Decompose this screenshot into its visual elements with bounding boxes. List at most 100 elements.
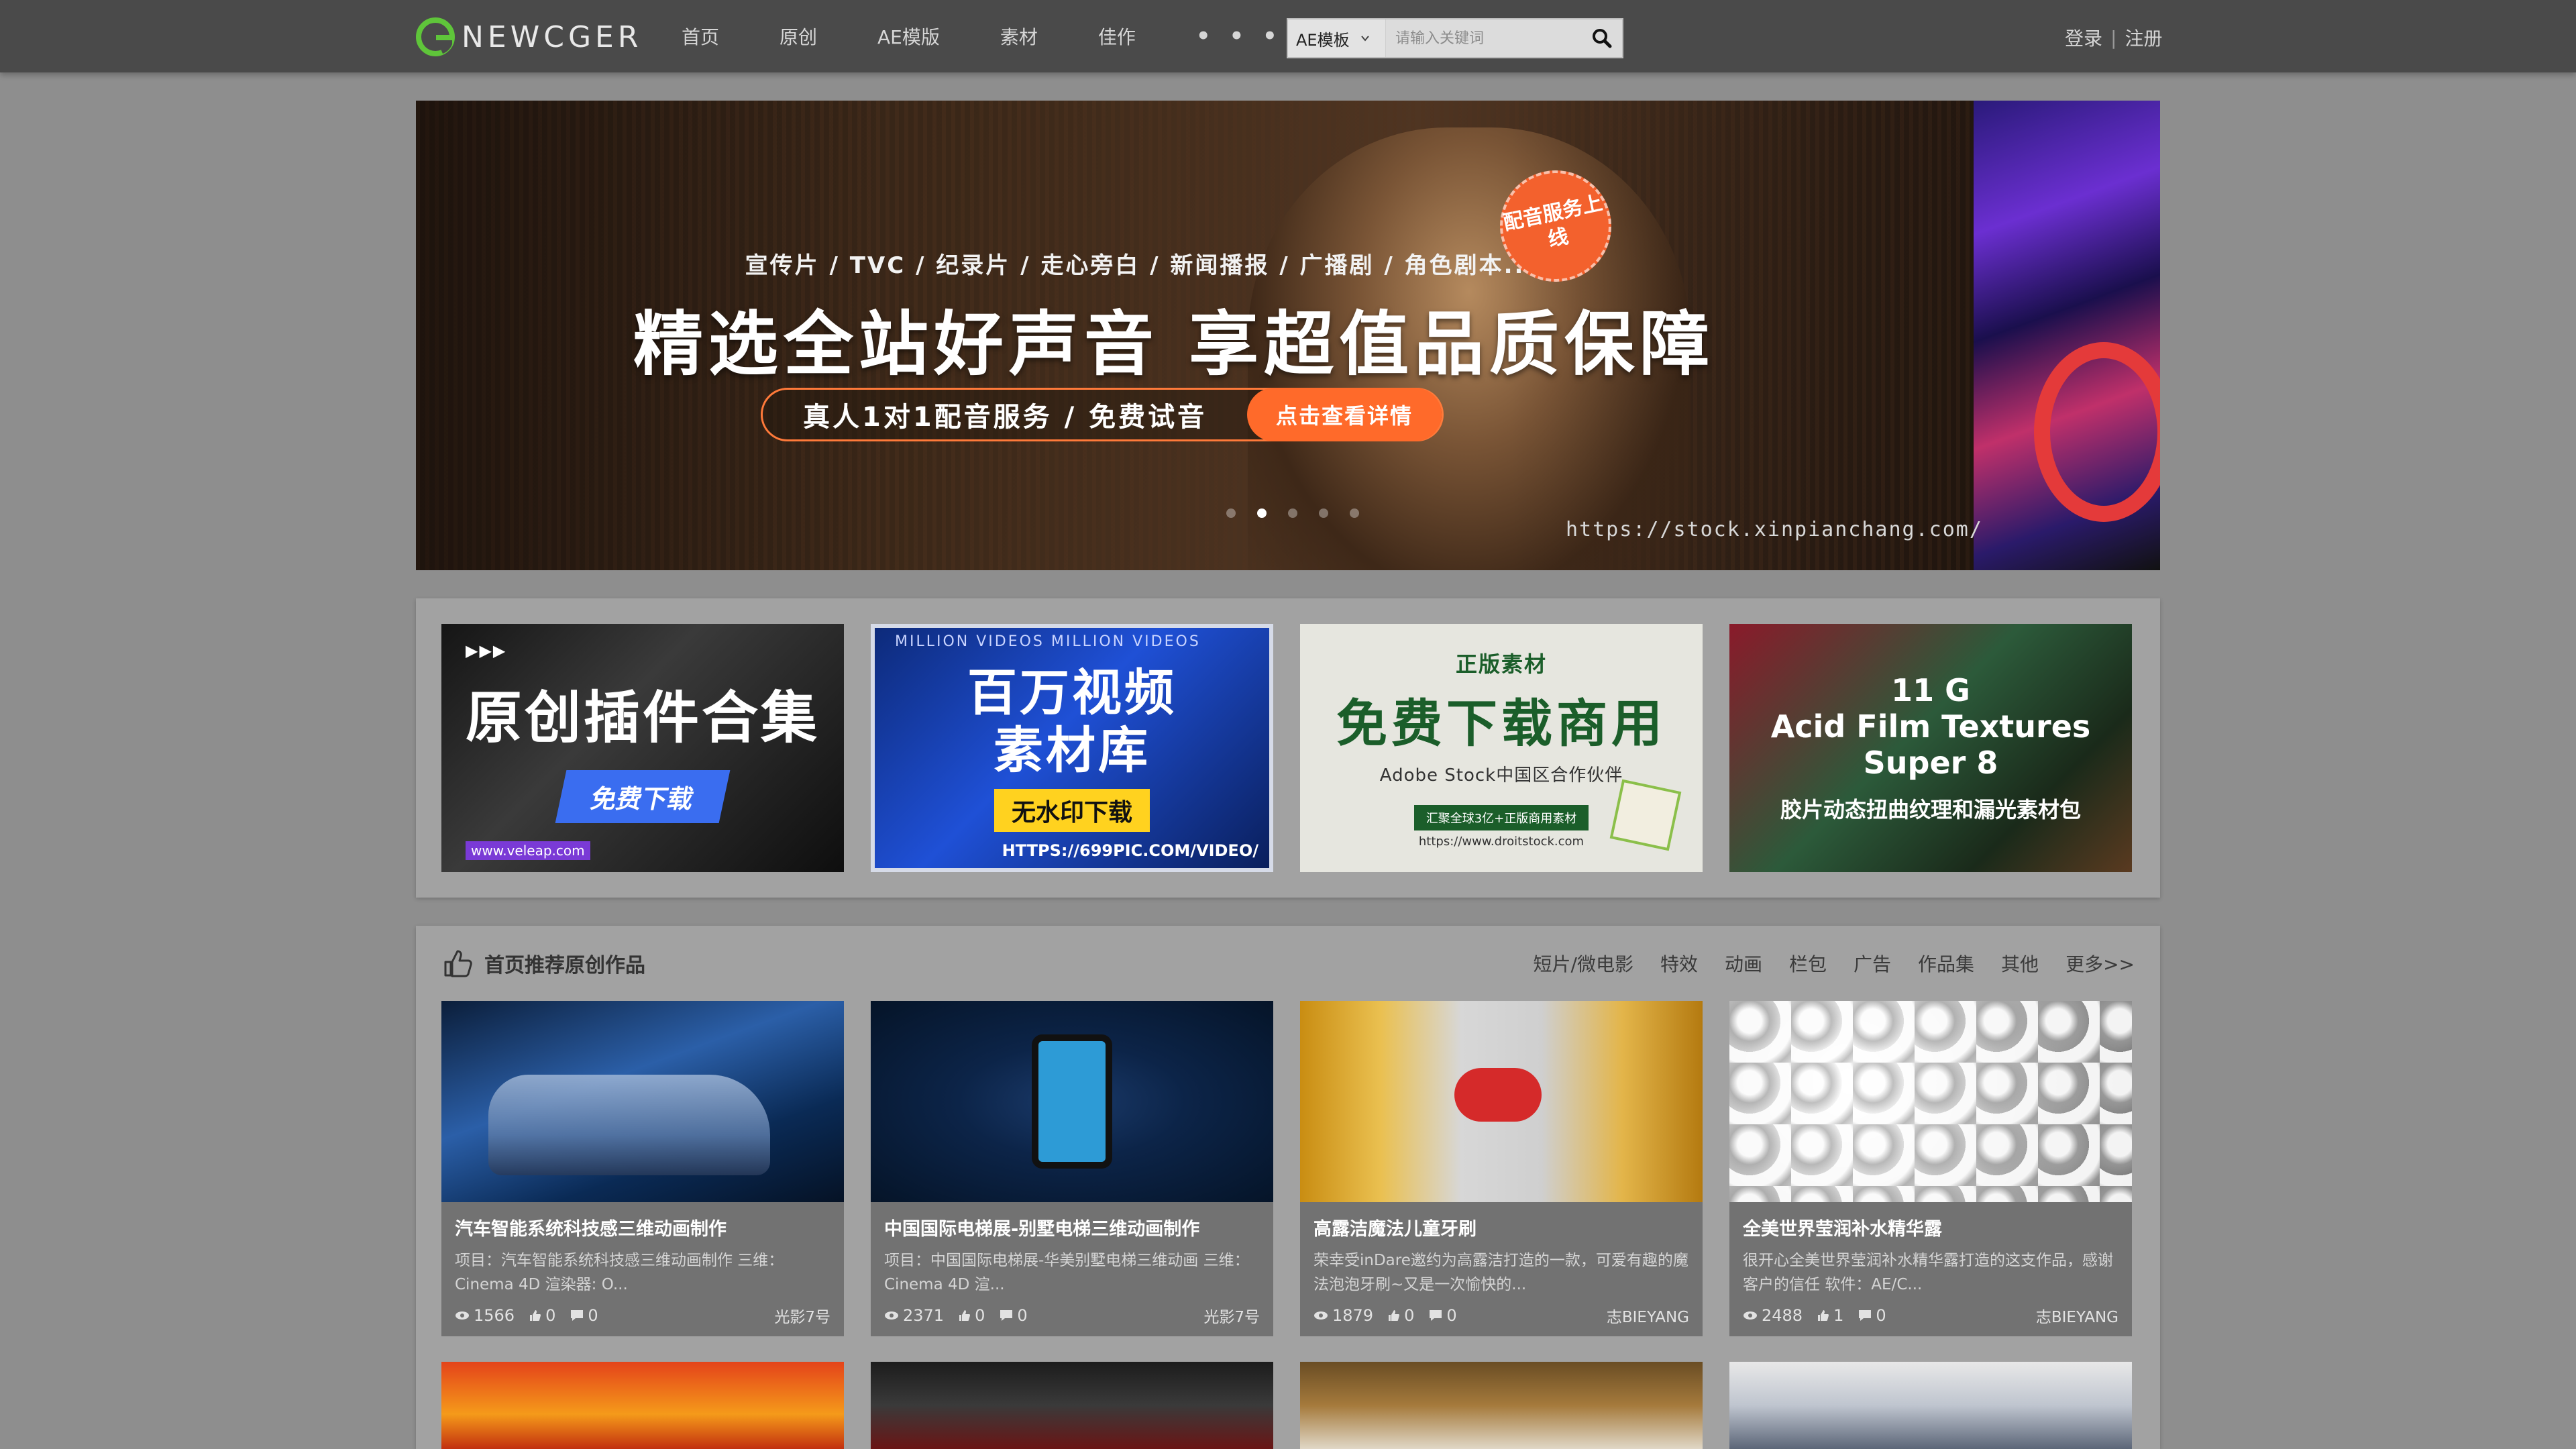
thumbs-up-icon (530, 1310, 541, 1321)
ad-headline-line3: Super 8 (1863, 745, 1998, 781)
ad-url: www.veleap.com (466, 841, 590, 860)
ad-headline-line1: 百万视频 (967, 664, 1177, 722)
like-count: 0 (529, 1306, 555, 1325)
ad-video-library[interactable]: MILLION VIDEOS MILLION VIDEOS 百万视频 素材库 无… (871, 624, 1273, 872)
carousel-dot-active[interactable] (1257, 508, 1267, 518)
work-author[interactable]: 光影7号 (1203, 1304, 1260, 1327)
like-count: 0 (959, 1306, 985, 1325)
work-thumbnail[interactable] (1729, 1001, 2132, 1202)
eye-icon (885, 1311, 898, 1320)
work-thumbnail[interactable] (1300, 1362, 1703, 1449)
nav-more-menu[interactable]: • • • (1196, 23, 1283, 50)
filter-ads[interactable]: 广告 (1854, 950, 1891, 977)
filter-short-film[interactable]: 短片/微电影 (1534, 950, 1633, 977)
work-thumbnail[interactable] (871, 1001, 1273, 1202)
thumbs-up-icon (1818, 1310, 1829, 1321)
banner-url: https://stock.xinpianchang.com/ (1566, 518, 1983, 541)
filter-portfolio[interactable]: 作品集 (1918, 950, 1974, 977)
search-category-select[interactable]: AE模板 (1288, 19, 1386, 57)
comment-count: 0 (1000, 1306, 1028, 1325)
work-card[interactable]: 高露洁魔法儿童牙刷 荣幸受inDare邀约为高露洁打造的一款，可爱有趣的魔法泡泡… (1300, 1001, 1703, 1336)
work-author[interactable]: 志BIEYANG (2036, 1304, 2118, 1327)
search-input[interactable] (1386, 19, 1582, 57)
view-count-value: 1566 (474, 1306, 515, 1325)
ad-subtitle: 胶片动态扭曲纹理和漏光素材包 (1780, 797, 2081, 822)
work-info: 高露洁魔法儿童牙刷 荣幸受inDare邀约为高露洁打造的一款，可爱有趣的魔法泡泡… (1300, 1202, 1703, 1297)
nav-ae-templates[interactable]: AE模版 (877, 23, 940, 50)
work-title[interactable]: 中国国际电梯展-别墅电梯三维动画制作 (884, 1214, 1260, 1240)
nav-original[interactable]: 原创 (780, 23, 817, 50)
filter-more-link[interactable]: 更多>> (2065, 950, 2135, 977)
next-slide-preview[interactable] (1974, 101, 2160, 570)
elevator-graphic (1032, 1034, 1112, 1169)
view-count: 2371 (884, 1306, 944, 1325)
filter-other[interactable]: 其他 (2001, 950, 2039, 977)
nav-assets[interactable]: 素材 (1000, 23, 1038, 50)
work-thumbnail[interactable] (871, 1362, 1273, 1449)
work-thumbnail[interactable] (1300, 1001, 1703, 1202)
eye-icon (1743, 1311, 1757, 1320)
ad-download-button[interactable]: 无水印下载 (994, 789, 1150, 832)
login-link[interactable]: 登录 (2065, 24, 2102, 51)
work-info: 中国国际电梯展-别墅电梯三维动画制作 项目：中国国际电梯展-华美别墅电梯三维动画… (871, 1202, 1273, 1297)
nav-showcase[interactable]: 佳作 (1098, 23, 1136, 50)
work-thumbnail[interactable] (1729, 1362, 2132, 1449)
work-title[interactable]: 全美世界莹润补水精华露 (1743, 1214, 2118, 1240)
filter-animation[interactable]: 动画 (1725, 950, 1762, 977)
carousel-dot[interactable] (1226, 508, 1236, 518)
banner-cta-button[interactable]: 点击查看详情 (1247, 388, 1442, 441)
car-graphic (488, 1075, 770, 1175)
filter-packaging[interactable]: 栏包 (1789, 950, 1827, 977)
work-card[interactable]: 汽车智能系统科技感三维动画制作 项目：汽车智能系统科技感三维动画制作 三维：Ci… (441, 1001, 844, 1336)
ad-adobe-stock[interactable]: 正版素材 免费下载商用 Adobe Stock中国区合作伙伴 汇聚全球3亿+正版… (1300, 624, 1703, 872)
work-author[interactable]: 志BIEYANG (1607, 1304, 1689, 1327)
work-meta: 1879 0 0 志BIEYANG (1313, 1304, 1689, 1327)
work-description: 项目：汽车智能系统科技感三维动画制作 三维：Cinema 4D 渲染器: O..… (455, 1252, 784, 1293)
comment-count-value: 0 (1446, 1306, 1457, 1325)
ad-arrows: ▶▶▶ (466, 641, 507, 660)
work-meta: 2488 1 0 志BIEYANG (1743, 1304, 2118, 1327)
hero-banner[interactable]: 宣传片 / TVC / 纪录片 / 走心旁白 / 新闻播报 / 广播剧 / 角色… (416, 101, 2160, 570)
work-thumbnail[interactable] (441, 1001, 844, 1202)
comment-count-value: 0 (1017, 1306, 1028, 1325)
site-logo[interactable]: NEWCGER (416, 17, 642, 56)
comment-icon (1000, 1310, 1013, 1321)
work-card[interactable]: 中国国际电梯展-别墅电梯三维动画制作 项目：中国国际电梯展-华美别墅电梯三维动画… (871, 1001, 1273, 1336)
ad-headline: 原创插件合集 (465, 685, 820, 751)
work-title[interactable]: 高露洁魔法儿童牙刷 (1313, 1214, 1689, 1240)
comment-icon (1859, 1310, 1872, 1321)
carousel-dot[interactable] (1319, 508, 1328, 518)
ad-headline: 免费下载商用 (1336, 694, 1666, 753)
ad-headline-line1: 11 G (1891, 672, 1970, 708)
view-count-value: 2371 (903, 1306, 945, 1325)
like-count: 1 (1817, 1306, 1843, 1325)
carousel-dot[interactable] (1350, 508, 1359, 518)
work-thumbnail[interactable] (441, 1362, 844, 1449)
thumbs-up-icon (444, 950, 472, 977)
logo-text: NEWCGER (462, 19, 643, 54)
eye-icon (1314, 1311, 1328, 1320)
section-header: 首页推荐原创作品 短片/微电影 特效 动画 栏包 广告 作品集 其他 更多>> (441, 945, 2135, 982)
category-filters: 短片/微电影 特效 动画 栏包 广告 作品集 其他 更多>> (1507, 945, 2135, 982)
ad-film-textures[interactable]: 11 G Acid Film Textures Super 8 胶片动态扭曲纹理… (1729, 624, 2132, 872)
like-count-value: 1 (1833, 1306, 1844, 1325)
work-author[interactable]: 光影7号 (774, 1304, 830, 1327)
nav-home[interactable]: 首页 (682, 23, 719, 50)
ad-url: HTTPS://699PIC.COM/VIDEO/ (1002, 841, 1258, 860)
filter-vfx[interactable]: 特效 (1660, 950, 1698, 977)
ad-headline: 11 G Acid Film Textures Super 8 (1771, 672, 2091, 781)
ad-download-button[interactable]: 免费下载 (555, 770, 731, 823)
carousel-dots (1226, 508, 1381, 518)
work-title[interactable]: 汽车智能系统科技感三维动画制作 (455, 1214, 830, 1240)
comment-icon (571, 1310, 584, 1321)
carousel-dot[interactable] (1288, 508, 1297, 518)
section-title: 首页推荐原创作品 (484, 954, 645, 977)
work-meta: 2371 0 0 光影7号 (884, 1304, 1260, 1327)
ad-plugin-collection[interactable]: ▶▶▶ 原创插件合集 免费下载 www.veleap.com (441, 624, 844, 872)
view-count-value: 2488 (1762, 1306, 1803, 1325)
work-card[interactable]: 全美世界莹润补水精华露 很开心全美世界莹润补水精华露打造的这支作品，感谢客户的信… (1729, 1001, 2132, 1336)
bubbles-graphic (1729, 1001, 2132, 1202)
ad-strip: ▶▶▶ 原创插件合集 免费下载 www.veleap.com MILLION V… (416, 598, 2160, 898)
register-link[interactable]: 注册 (2125, 24, 2162, 51)
search-button[interactable] (1582, 19, 1622, 57)
